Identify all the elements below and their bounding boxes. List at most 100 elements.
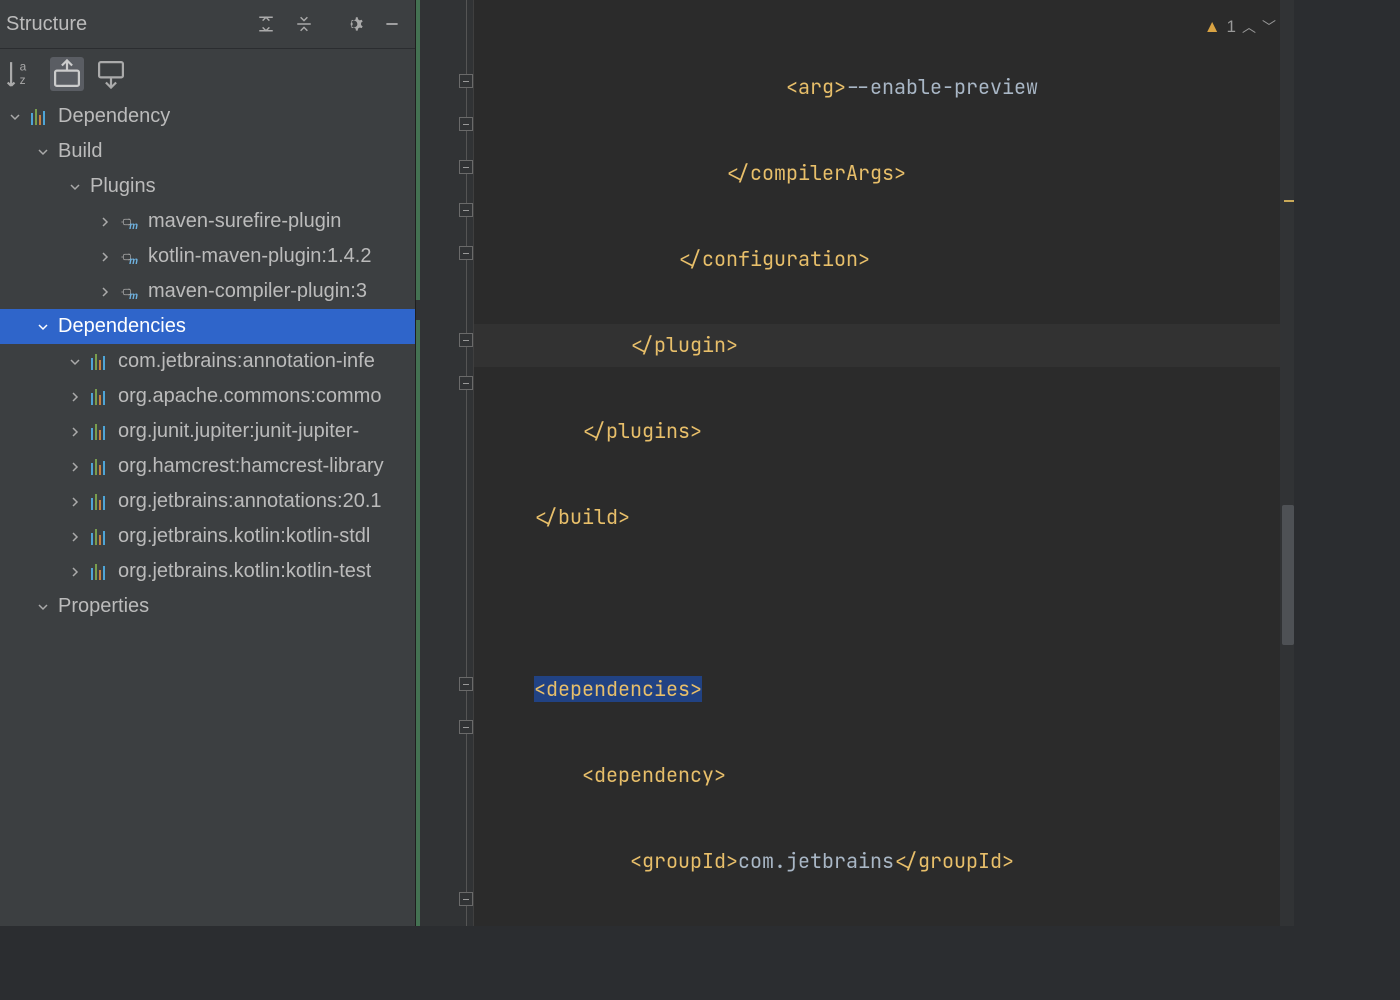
structure-toolbar: az (0, 49, 415, 99)
chevron-right-icon (66, 458, 84, 476)
chevron-right-icon (96, 213, 114, 231)
tree-node-dependencies[interactable]: Dependencies (0, 309, 415, 344)
code-token: </plugin> (630, 332, 738, 358)
code-token: com.jetbrains (738, 848, 894, 874)
tree-node-dependency-item[interactable]: org.jetbrains:annotations:20.1 (0, 484, 415, 519)
sidebar-header: Structure (0, 0, 415, 49)
fold-toggle-icon[interactable] (459, 160, 473, 174)
settings-icon[interactable] (337, 7, 371, 41)
fold-toggle-icon[interactable] (459, 376, 473, 390)
bars-icon (90, 422, 110, 442)
collapse-all-icon[interactable] (287, 7, 321, 41)
tree-label: maven-surefire-plugin (148, 210, 341, 233)
tree-label: org.apache.commons:commo (118, 385, 381, 408)
tree-node-dependency-item[interactable]: org.junit.jupiter:junit-jupiter- (0, 414, 415, 449)
warning-marker[interactable] (1284, 200, 1294, 202)
autoscroll-to-source-icon[interactable] (50, 57, 84, 91)
chevron-down-icon (66, 178, 84, 196)
fold-toggle-icon[interactable] (459, 117, 473, 131)
tree-label: org.jetbrains:annotations:20.1 (118, 490, 382, 513)
prev-highlight-icon[interactable]: ︿ (1242, 17, 1256, 37)
chevron-right-icon (66, 423, 84, 441)
minimize-icon[interactable] (375, 7, 409, 41)
code-token: <groupId> (630, 848, 738, 874)
bars-icon (90, 352, 110, 372)
bars-icon (90, 562, 110, 582)
tree-node-dependency-item[interactable]: org.jetbrains.kotlin:kotlin-stdl (0, 519, 415, 554)
bars-icon (30, 107, 50, 127)
next-highlight-icon[interactable]: ﹀ (1262, 17, 1276, 37)
chevron-right-icon (66, 563, 84, 581)
sort-alpha-icon[interactable]: az (6, 57, 40, 91)
structure-sidebar: Structure az Dependency (0, 0, 416, 926)
tree-node-build[interactable]: Build (0, 134, 415, 169)
bars-icon (90, 457, 110, 477)
error-stripe[interactable] (1280, 0, 1294, 926)
code-token: </configuration> (678, 246, 870, 272)
chevron-down-icon (34, 318, 52, 336)
chevron-right-icon (96, 283, 114, 301)
fold-toggle-icon[interactable] (459, 74, 473, 88)
warning-count: 1 (1227, 17, 1236, 37)
fold-toggle-icon[interactable] (459, 720, 473, 734)
tree-node-plugins[interactable]: Plugins (0, 169, 415, 204)
bars-icon (90, 527, 110, 547)
plugin-icon: m (120, 247, 140, 267)
code-token: </groupId> (894, 848, 1014, 874)
fold-toggle-icon[interactable] (459, 246, 473, 260)
code-token: <arg> (786, 74, 846, 100)
code-token: </compilerArgs> (726, 160, 906, 186)
tree-label: Plugins (90, 175, 156, 198)
expand-all-icon[interactable] (249, 7, 283, 41)
code-editor[interactable]: <arg>--enable-preview </compilerArgs> </… (416, 0, 1294, 926)
autoscroll-from-source-icon[interactable] (94, 57, 128, 91)
svg-text:z: z (20, 73, 26, 87)
code-token: --enable-preview (846, 74, 1038, 100)
chevron-down-icon (66, 353, 84, 371)
tree-node-dependency-item[interactable]: com.jetbrains:annotation-infe (0, 344, 415, 379)
svg-text:a: a (20, 60, 27, 74)
structure-tree: Dependency Build Plugins m maven-surefir… (0, 99, 415, 624)
tree-label: org.hamcrest:hamcrest-library (118, 455, 384, 478)
code-text[interactable]: <arg>--enable-preview </compilerArgs> </… (474, 0, 1294, 926)
chevron-right-icon (66, 528, 84, 546)
scrollbar-thumb[interactable] (1282, 505, 1294, 645)
fold-guide (466, 0, 467, 926)
code-token: <dependencies> (534, 676, 702, 702)
fold-toggle-icon[interactable] (459, 203, 473, 217)
code-token: </build> (534, 504, 630, 530)
editor-gutter[interactable] (416, 0, 474, 926)
chevron-right-icon (96, 248, 114, 266)
tree-label: Dependency (58, 105, 170, 128)
fold-toggle-icon[interactable] (459, 333, 473, 347)
tree-label: maven-compiler-plugin:3 (148, 280, 367, 303)
tree-label: org.jetbrains.kotlin:kotlin-test (118, 560, 371, 583)
bars-icon (90, 492, 110, 512)
bars-icon (90, 387, 110, 407)
tree-node-dependency[interactable]: Dependency (0, 99, 415, 134)
tree-node-dependency-item[interactable]: org.jetbrains.kotlin:kotlin-test (0, 554, 415, 589)
fold-toggle-icon[interactable] (459, 892, 473, 906)
chevron-down-icon (6, 108, 24, 126)
tree-label: org.jetbrains.kotlin:kotlin-stdl (118, 525, 370, 548)
fold-toggle-icon[interactable] (459, 677, 473, 691)
tree-node-plugin[interactable]: m maven-surefire-plugin (0, 204, 415, 239)
chevron-right-icon (66, 388, 84, 406)
chevron-down-icon (34, 598, 52, 616)
tree-label: org.junit.jupiter:junit-jupiter- (118, 420, 359, 443)
tree-node-dependency-item[interactable]: org.apache.commons:commo (0, 379, 415, 414)
warning-icon: ▲ (1204, 17, 1221, 37)
tree-node-plugin[interactable]: m kotlin-maven-plugin:1.4.2 (0, 239, 415, 274)
editor-status-indicators[interactable]: ▲ 1 ︿ ﹀ (1204, 17, 1276, 37)
vcs-change-marker (416, 320, 420, 926)
tree-node-dependency-item[interactable]: org.hamcrest:hamcrest-library (0, 449, 415, 484)
plugin-icon: m (120, 212, 140, 232)
tree-node-plugin[interactable]: m maven-compiler-plugin:3 (0, 274, 415, 309)
tree-label: Properties (58, 595, 149, 618)
plugin-icon: m (120, 282, 140, 302)
tree-label: Dependencies (58, 315, 186, 338)
chevron-right-icon (66, 493, 84, 511)
sidebar-title: Structure (6, 13, 245, 36)
tree-label: Build (58, 140, 102, 163)
tree-node-properties[interactable]: Properties (0, 589, 415, 624)
